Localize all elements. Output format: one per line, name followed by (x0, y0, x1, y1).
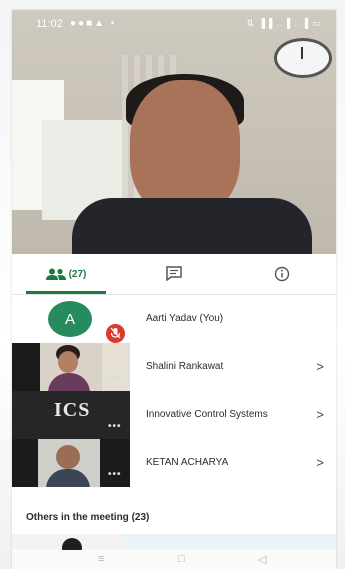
status-bar: 11:02 ●●■▲ • ⇅ ▐▐ ..▐ ..▐ ▭ (12, 10, 336, 38)
participant-row[interactable]: ••• KETAN ACHARYA > (12, 439, 336, 487)
participant-thumbnail: ••• (12, 439, 130, 487)
participant-row[interactable]: ICS ••• Innovative Control Systems > (12, 391, 336, 439)
wall-clock (274, 38, 332, 78)
audio-indicator: ••• (108, 373, 122, 384)
participant-name: KETAN ACHARYA (146, 457, 229, 468)
participant-row-self[interactable]: A Aarti Yadav (You) (12, 295, 336, 343)
company-logo: ICS (54, 399, 91, 421)
participant-list: A Aarti Yadav (You) ••• Shalini Rankawat… (12, 295, 336, 487)
chevron-right-icon[interactable]: > (316, 439, 324, 487)
audio-indicator: ••• (108, 469, 122, 480)
people-icon (45, 268, 66, 280)
avatar: A (48, 301, 92, 337)
phone-screen: 11:02 ●●■▲ • ⇅ ▐▐ ..▐ ..▐ ▭ (27) A Aarti… (12, 10, 336, 569)
chevron-right-icon[interactable]: > (316, 343, 324, 391)
avatar-letter: A (64, 310, 75, 328)
participant-name: Shalini Rankawat (146, 361, 224, 372)
tab-info[interactable] (228, 254, 336, 294)
meeting-tabs: (27) (12, 254, 336, 295)
participant-count: (27) (68, 268, 87, 280)
tab-people[interactable]: (27) (12, 254, 120, 294)
thumbnail-face (56, 445, 80, 469)
back-icon[interactable]: ◁ (258, 553, 266, 566)
participant-thumbnail: ••• (12, 343, 130, 391)
participant-row[interactable]: ••• Shalini Rankawat > (12, 343, 336, 391)
notification-icons: ●●■▲ • (70, 18, 117, 29)
system-nav-bar: ≡ □ ◁ (12, 551, 336, 569)
thumbnail-body (46, 469, 90, 487)
audio-indicator: ••• (108, 421, 122, 432)
mic-off-icon (106, 324, 125, 343)
speaker-face (130, 80, 240, 215)
home-icon[interactable]: □ (178, 553, 185, 565)
participant-name: Innovative Control Systems (146, 409, 268, 420)
main-video-feed[interactable] (12, 10, 336, 254)
tab-chat[interactable] (120, 254, 228, 294)
chat-icon (166, 266, 182, 282)
participant-name: Aarti Yadav (You) (146, 313, 224, 324)
participant-thumbnail: ICS ••• (12, 391, 130, 439)
speaker-body (72, 198, 312, 254)
participant-thumbnail: A (12, 295, 130, 343)
others-section-title: Others in the meeting (23) (26, 512, 150, 523)
chevron-right-icon[interactable]: > (316, 391, 324, 439)
signal-battery-icons: ⇅ ▐▐ ..▐ ..▐ ▭ (246, 18, 322, 28)
menu-icon[interactable]: ≡ (98, 553, 104, 565)
thumbnail-body (48, 373, 90, 391)
participant-row-partial[interactable] (12, 534, 336, 550)
participant-thumbnail (12, 534, 336, 550)
info-icon (274, 266, 290, 282)
thumbnail-face (58, 351, 78, 373)
status-time: 11:02 (36, 18, 63, 30)
